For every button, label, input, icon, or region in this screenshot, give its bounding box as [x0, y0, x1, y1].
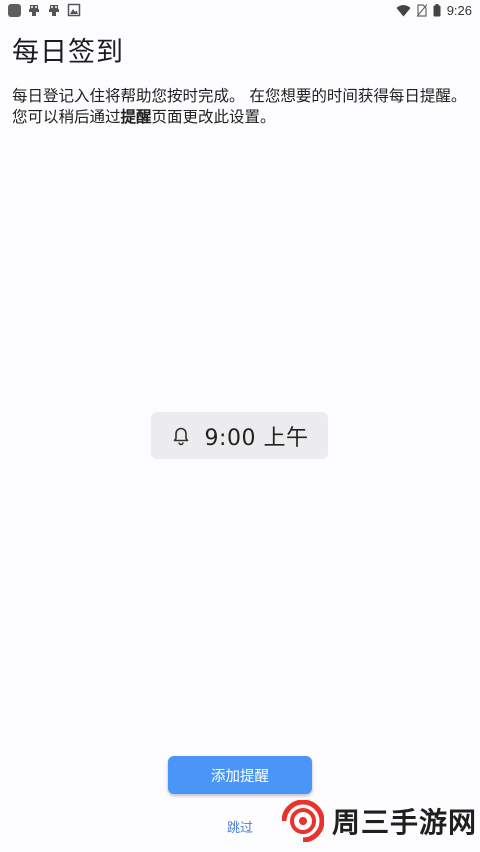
reminder-time-text: 9:00 上午: [204, 425, 309, 451]
status-left: [8, 3, 81, 17]
image-icon: [67, 3, 81, 17]
reminder-time-chip[interactable]: 9:00 上午: [151, 412, 328, 459]
bell-icon: [173, 427, 188, 445]
watermark-text: 周三手游网: [332, 806, 478, 839]
status-time: 9:26: [446, 3, 472, 18]
no-sim-icon: [416, 4, 427, 17]
watermark-logo-icon: [282, 800, 324, 842]
skip-link[interactable]: 跳过: [215, 817, 265, 836]
description-bold-link: 提醒: [120, 108, 152, 126]
description-text: 每日登记入住将帮助您按时完成。 在您想要的时间获得每日提醒。 您可以稍后通过提醒…: [12, 86, 468, 128]
app-icon: [29, 5, 39, 16]
wifi-icon: [396, 4, 411, 16]
status-right: 9:26: [396, 3, 472, 18]
add-reminder-button[interactable]: 添加提醒: [168, 756, 312, 794]
page-title: 每日签到: [12, 37, 124, 68]
status-bar: 9:26: [0, 0, 480, 22]
battery-icon: [433, 4, 441, 17]
app-icon: [49, 5, 59, 16]
notification-square-icon: [8, 3, 21, 17]
description-part-2: 页面更改此设置。: [151, 108, 276, 126]
watermark: 周三手游网: [282, 800, 477, 842]
